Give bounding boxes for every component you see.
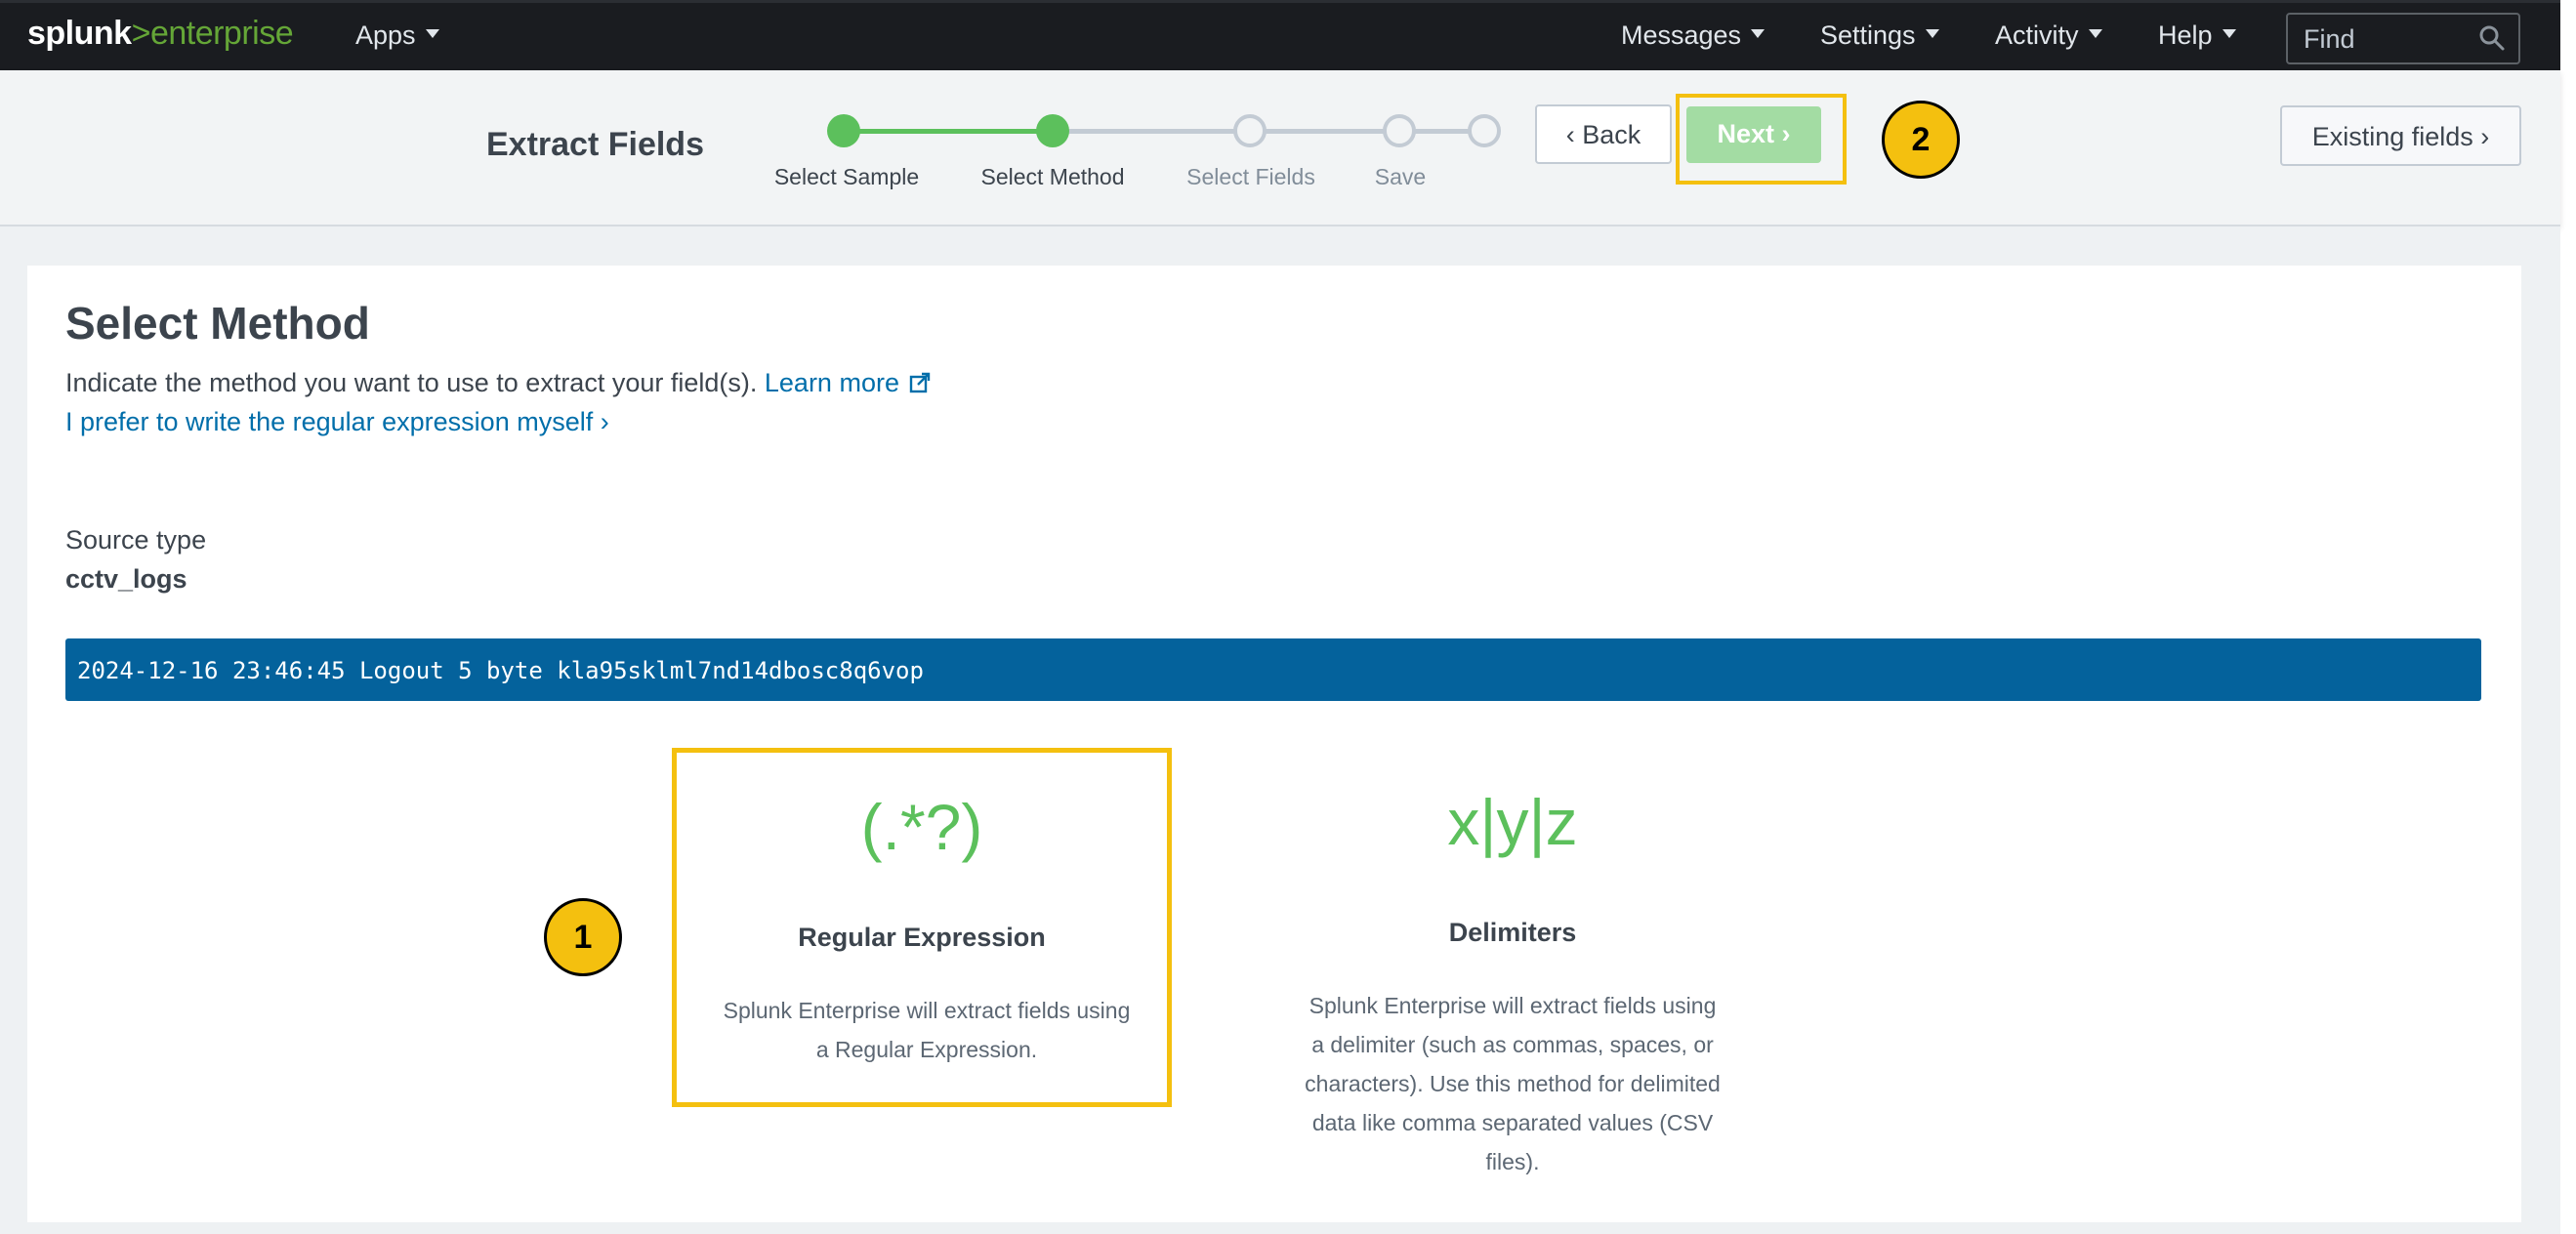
method-title-delimiters: Delimiters <box>1448 918 1577 947</box>
annotation-badge-2: 2 <box>1882 101 1960 179</box>
learn-more-link[interactable]: Learn more <box>765 368 931 397</box>
top-nav-bar: splunk>enterprise Apps Messages Settings… <box>0 0 2560 70</box>
delimiter-icon: x|y|z <box>1447 786 1578 858</box>
nav-activity-label: Activity <box>1995 21 2079 50</box>
learn-more-label: Learn more <box>764 368 899 397</box>
next-button[interactable]: Next › <box>1686 106 1821 163</box>
caret-down-icon <box>425 29 439 39</box>
method-title-regex: Regular Expression <box>798 923 1046 952</box>
find-input[interactable]: Find <box>2286 13 2520 64</box>
next-button-label: Next <box>1717 119 1774 148</box>
source-type-label: Source type <box>65 525 207 555</box>
external-link-icon <box>909 372 931 393</box>
find-placeholder: Find <box>2304 24 2355 54</box>
step-label-select-method: Select Method <box>980 164 1125 189</box>
nav-messages-menu[interactable]: Messages <box>1621 21 1766 51</box>
back-button-label: Back <box>1582 120 1641 149</box>
nav-messages-label: Messages <box>1621 21 1742 50</box>
logo-separator: > <box>131 15 151 52</box>
regex-icon: (.*?) <box>860 791 983 863</box>
chevron-right-icon: › <box>2480 122 2490 151</box>
logo-brand: splunk <box>27 15 132 52</box>
step-label-select-sample: Select Sample <box>773 164 920 189</box>
step-connector-complete <box>844 129 1053 134</box>
section-heading: Select Method <box>65 298 370 349</box>
nav-settings-label: Settings <box>1820 21 1916 50</box>
existing-fields-label: Existing fields <box>2311 122 2473 151</box>
step-dot-select-fields <box>1233 114 1267 147</box>
step-dot-select-method <box>1036 114 1069 147</box>
step-dot-select-sample <box>827 114 860 147</box>
splunk-logo[interactable]: splunk>enterprise <box>27 15 294 53</box>
nav-settings-menu[interactable]: Settings <box>1820 21 1939 51</box>
chevron-left-icon: ‹ <box>1565 120 1575 149</box>
search-icon[interactable] <box>2477 23 2507 53</box>
write-regex-link[interactable]: I prefer to write the regular expression… <box>65 407 609 437</box>
step-label-select-fields: Select Fields <box>1186 164 1315 189</box>
nav-apps-menu[interactable]: Apps <box>355 21 439 51</box>
method-desc-regex: Splunk Enterprise will extract fields us… <box>723 998 1131 1062</box>
nav-activity-menu[interactable]: Activity <box>1995 21 2102 51</box>
chevron-right-icon: › <box>1781 119 1791 148</box>
method-card-delimiters[interactable]: x|y|z Delimiters Splunk Enterprise will … <box>1263 748 1763 1174</box>
method-card-regular-expression[interactable]: (.*?) Regular Expression Splunk Enterpri… <box>672 748 1172 1107</box>
chevron-right-icon: › <box>600 407 609 436</box>
method-desc-delimiters: Splunk Enterprise will extract fields us… <box>1305 993 1721 1174</box>
nav-apps-label: Apps <box>355 21 416 50</box>
logo-product: enterprise <box>149 15 294 52</box>
description-text: Indicate the method you want to use to e… <box>65 368 758 397</box>
wizard-header: Extract Fields Select Sample Select Meth… <box>0 70 2560 226</box>
back-button[interactable]: ‹ Back <box>1535 104 1672 164</box>
nav-help-label: Help <box>2158 21 2213 50</box>
caret-down-icon <box>2222 29 2236 39</box>
caret-down-icon <box>2088 29 2102 39</box>
step-connector-pending <box>1053 129 1484 134</box>
step-label-save: Save <box>1374 164 1427 189</box>
caret-down-icon <box>1751 29 1766 39</box>
existing-fields-button[interactable]: Existing fields › <box>2280 105 2521 166</box>
annotation-badge-1: 1 <box>544 898 622 976</box>
source-type-value: cctv_logs <box>65 564 187 594</box>
sample-event-bar: 2024-12-16 23:46:45 Logout 5 byte kla95s… <box>65 638 2481 701</box>
step-dot-save <box>1383 114 1416 147</box>
method-description: Indicate the method you want to use to e… <box>65 368 931 398</box>
nav-help-menu[interactable]: Help <box>2158 21 2236 51</box>
step-dot-end <box>1468 114 1501 147</box>
caret-down-icon <box>1925 29 1939 39</box>
page-title: Extract Fields <box>486 126 704 163</box>
write-regex-label: I prefer to write the regular expression… <box>65 407 594 436</box>
